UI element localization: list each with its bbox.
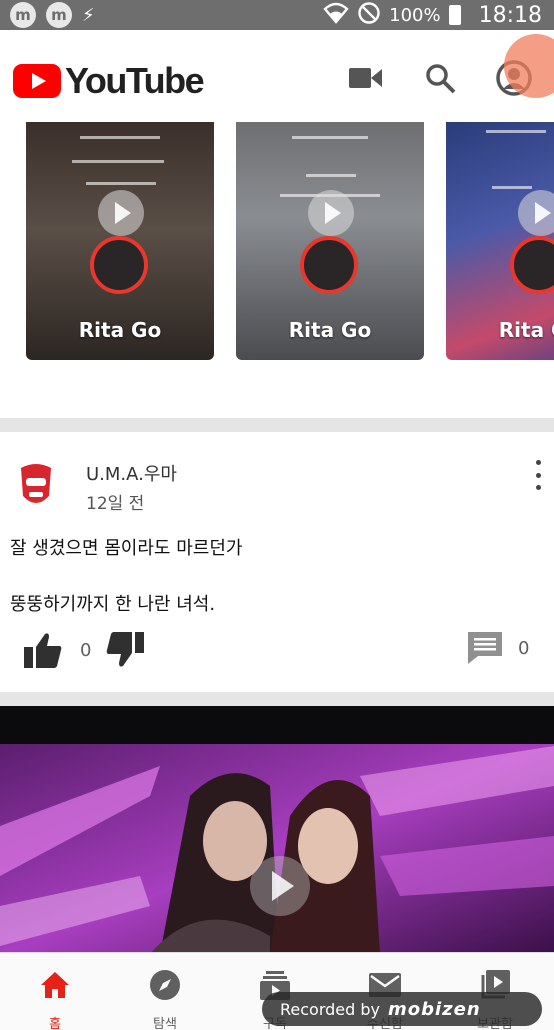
play-icon [250,856,310,916]
lyric-line [486,130,546,133]
status-left-icons: m m ⚡ [0,2,95,28]
play-icon [518,190,554,236]
shorts-shelf: Rita Go Rita Go Rita Go [0,122,554,418]
short-title: Rita Go [78,318,162,342]
community-post: U.M.A.우마 12일 전 잘 생겼으면 몸이라도 마르던가 뚱뚱하기까지 한… [0,432,554,692]
do-not-disturb-icon [357,1,381,30]
avatar[interactable] [18,462,54,510]
compass-icon [147,967,183,1003]
status-bar: m m ⚡ 100% 18:18 [0,0,554,30]
album-art-circle [90,236,148,294]
section-divider [0,692,554,706]
thumbs-down-icon [106,632,144,667]
notification-app-icon: m [10,2,36,28]
nav-label: 홈 [49,1017,61,1030]
section-divider [0,418,554,432]
clock: 18:18 [478,2,542,28]
flash-icon: ⚡ [82,4,95,26]
short-title: Rita Go [498,318,554,342]
video-camera-icon[interactable] [346,58,386,98]
lyric-line [292,136,368,139]
post-author[interactable]: U.M.A.우마 [86,460,177,486]
nav-explore[interactable]: 탐색 [110,953,220,1030]
thumbs-up-icon [24,633,62,668]
youtube-play-icon [13,64,61,98]
comment-count: 0 [518,637,530,659]
post-text-line: 잘 생겼으면 몸이라도 마르던가 [10,538,243,559]
comment-icon [468,632,502,664]
post-text-line: 뚱뚱하기까지 한 나란 녀석. [10,594,216,615]
like-action[interactable]: 0 [24,632,91,668]
nav-home[interactable]: 홈 [0,953,110,1030]
lyric-line [72,160,164,163]
album-art-circle [300,236,358,294]
lyric-line [306,174,356,177]
video-thumbnail-art [0,706,554,954]
lyric-line [80,136,160,139]
nav-label: 탐색 [153,1017,177,1030]
logo-text: YouTube [65,60,205,101]
youtube-logo[interactable]: YouTube [13,60,205,102]
status-right: 100% 18:18 [323,0,542,30]
post-date: 12일 전 [86,494,145,514]
recorder-watermark: Recorded by mobizen [262,992,542,1026]
more-options-icon[interactable] [530,460,546,490]
recorder-text: Recorded by [280,999,380,1019]
short-card[interactable]: Rita Go [446,122,554,360]
play-icon [308,190,354,236]
lyric-line [492,186,532,189]
short-card[interactable]: Rita Go [26,122,214,360]
battery-level: 100% [389,4,441,26]
app-bar: YouTube [0,30,554,122]
comments-action[interactable]: 0 [468,632,529,664]
short-title: Rita Go [288,318,372,342]
dislike-button[interactable] [106,632,144,668]
recorder-brand: mobizen [388,998,481,1020]
search-icon[interactable] [420,58,460,98]
short-card[interactable]: Rita Go [236,122,424,360]
battery-icon [448,5,461,25]
album-art-circle [510,236,554,294]
play-icon [98,190,144,236]
lyric-line [86,182,156,185]
notification-app-icon: m [46,2,72,28]
video-thumbnail[interactable] [0,706,554,954]
home-icon [37,967,73,1003]
wifi-icon [323,2,349,29]
like-count: 0 [80,639,92,661]
